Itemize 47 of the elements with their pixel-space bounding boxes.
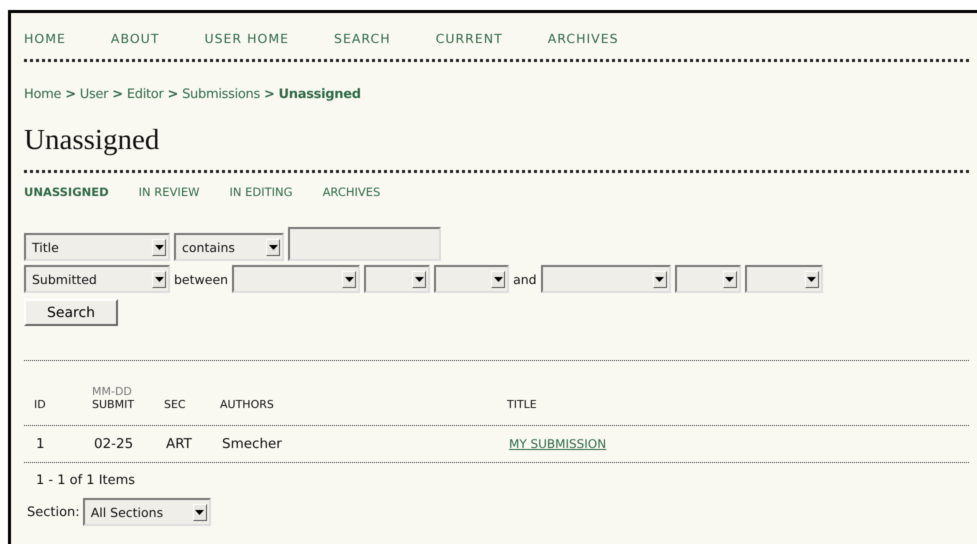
search-button[interactable]: Search	[24, 299, 118, 326]
column-header: TITLE	[507, 398, 537, 411]
breadcrumb-link[interactable]: Unassigned	[278, 87, 361, 102]
table-cell: ART	[166, 436, 192, 452]
filter-label: and	[513, 272, 537, 286]
submission-title-link[interactable]: MY SUBMISSION	[509, 437, 606, 451]
table-cell: Smecher	[222, 436, 282, 452]
column-header: SUBMIT	[92, 398, 136, 411]
dropdown[interactable]	[744, 265, 823, 293]
column-header: SEC	[164, 398, 187, 411]
breadcrumb-separator: >	[264, 87, 275, 102]
nav-link[interactable]: USER HOME	[204, 30, 290, 46]
nav-link[interactable]: ARCHIVES	[548, 30, 619, 46]
dropdown[interactable]	[540, 265, 671, 293]
column-sublabel: MM-DD	[92, 385, 133, 398]
dropdown[interactable]: Submitted	[24, 265, 170, 293]
section-label: Section:	[27, 504, 80, 520]
breadcrumb-link[interactable]: Editor	[126, 87, 164, 102]
tab-link[interactable]: UNASSIGNED	[24, 185, 109, 199]
dropdown[interactable]	[434, 265, 510, 293]
tab-link[interactable]: IN REVIEW	[138, 185, 200, 199]
table-cell: 02-25	[94, 436, 134, 452]
nav-link[interactable]: ABOUT	[110, 30, 160, 46]
page-title: Unassigned	[24, 124, 160, 158]
table-cell: 1	[36, 436, 45, 452]
item-count: 1 - 1 of 1 Items	[36, 473, 136, 488]
tab-link[interactable]: IN EDITING	[229, 185, 293, 199]
nav-link[interactable]: CURRENT	[436, 30, 503, 46]
dropdown[interactable]	[674, 265, 741, 293]
dropdown[interactable]: contains	[174, 233, 284, 261]
breadcrumb-link[interactable]: User	[80, 87, 108, 102]
breadcrumb-link[interactable]: Submissions	[182, 87, 260, 102]
section-dropdown[interactable]: All Sections	[82, 498, 211, 526]
filter-label: between	[174, 272, 228, 286]
breadcrumb-link[interactable]: Home	[24, 87, 62, 102]
input-field[interactable]	[288, 227, 441, 261]
breadcrumb-separator: >	[112, 87, 123, 102]
breadcrumb-separator: >	[168, 87, 178, 102]
column-header: AUTHORS	[220, 398, 275, 411]
dropdown[interactable]: Title	[24, 233, 170, 261]
dropdown[interactable]	[232, 265, 360, 293]
dropdown[interactable]	[364, 265, 430, 293]
nav-link[interactable]: HOME	[24, 30, 66, 46]
nav-link[interactable]: SEARCH	[334, 30, 391, 46]
tab-link[interactable]: ARCHIVES	[322, 185, 380, 199]
column-header: ID	[34, 398, 47, 411]
breadcrumb-separator: >	[65, 87, 76, 102]
